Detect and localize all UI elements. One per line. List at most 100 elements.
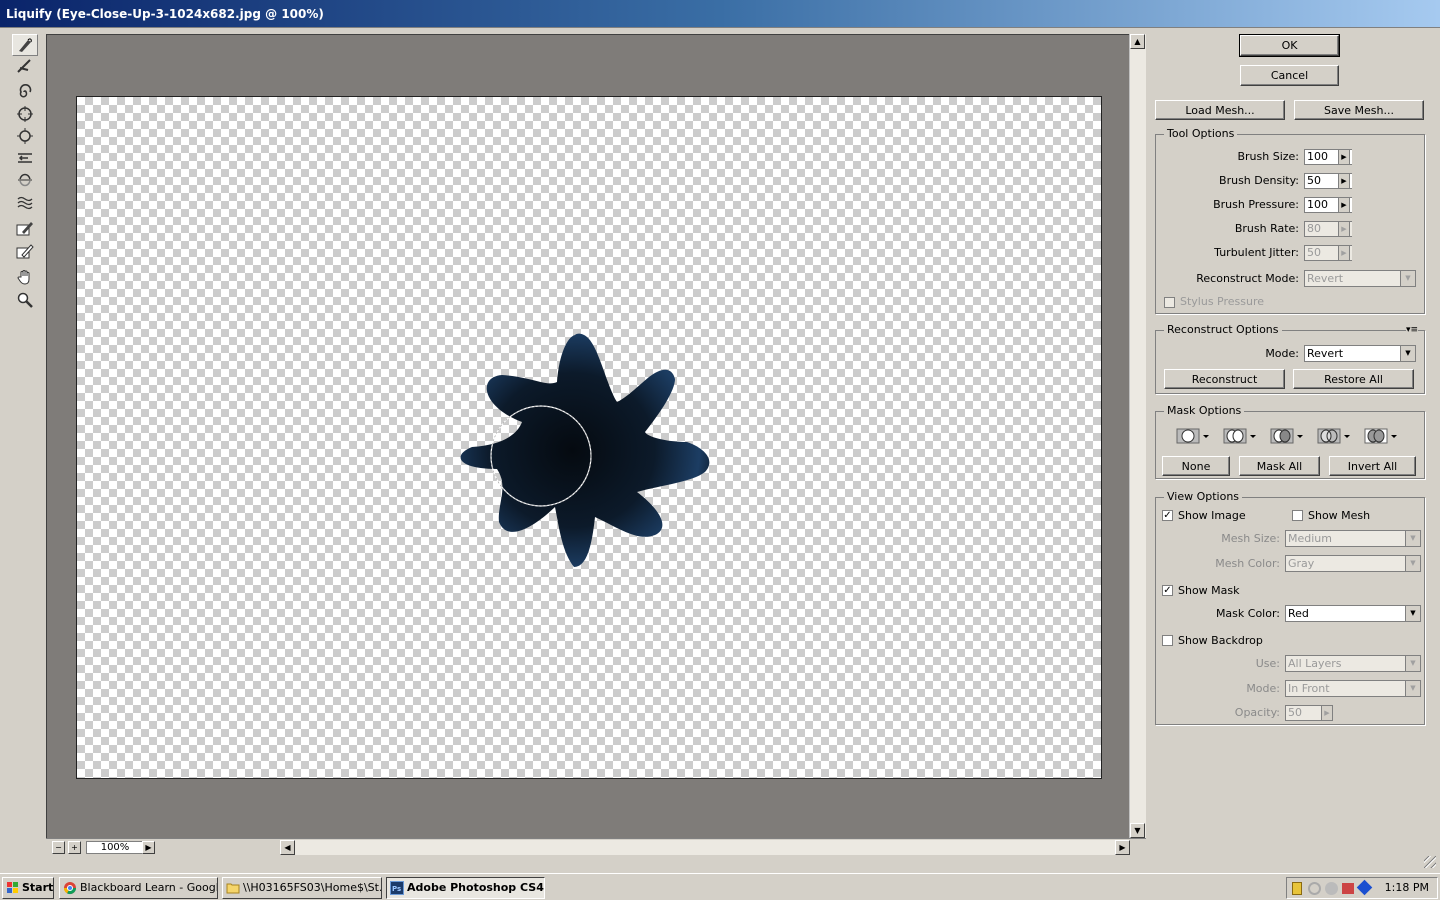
scroll-up-button[interactable]: ▲: [1130, 34, 1145, 49]
mask-replace-button[interactable]: [1174, 426, 1212, 446]
reconstruct-tool-icon: [17, 59, 31, 73]
taskbar-item-explorer[interactable]: \\H03165FS03\Home$\St...: [222, 877, 382, 899]
bluetooth-icon[interactable]: [1356, 879, 1373, 896]
brush-rate-slider-button[interactable]: ▶: [1338, 221, 1350, 237]
twirl-tool-icon: [19, 84, 32, 98]
brush-rate-label: Brush Rate:: [1234, 222, 1299, 235]
ok-button[interactable]: OK: [1239, 34, 1340, 57]
zoom-out-button[interactable]: −: [52, 841, 65, 854]
push-left-tool[interactable]: [12, 147, 38, 169]
restore-all-button[interactable]: Restore All: [1293, 369, 1414, 389]
start-button[interactable]: Start: [2, 877, 54, 899]
reconstruct-mode-select[interactable]: Revert ▼: [1304, 270, 1416, 287]
bloat-tool-icon: [17, 128, 33, 144]
mask-color-value: Red: [1288, 607, 1309, 620]
resize-grip-icon[interactable]: [1424, 856, 1436, 868]
mask-options-title: Mask Options: [1164, 404, 1245, 417]
load-mesh-button[interactable]: Load Mesh...: [1155, 100, 1285, 120]
thaw-mask-tool[interactable]: [12, 240, 38, 262]
show-backdrop-checkbox[interactable]: [1162, 635, 1173, 646]
taskbar-item-photoshop[interactable]: Ps Adobe Photoshop CS4...: [386, 877, 545, 899]
sync-icon[interactable]: [1308, 882, 1321, 895]
pucker-tool-icon: [17, 106, 33, 122]
mask-subtract-button[interactable]: [1268, 426, 1306, 446]
brush-size-label: Brush Size:: [1237, 150, 1299, 163]
liquified-pupil-shape: [460, 333, 710, 567]
mesh-color-label: Mesh Color:: [1215, 557, 1280, 570]
mask-color-select[interactable]: Red ▼: [1285, 605, 1421, 622]
preview-canvas-area[interactable]: [46, 34, 1129, 838]
mask-replace-icon: [1176, 428, 1209, 444]
zoom-tool[interactable]: [12, 289, 38, 311]
windows-logo-icon: [7, 882, 18, 893]
vertical-scrollbar[interactable]: ▲ ▼: [1129, 34, 1146, 838]
zoom-level[interactable]: 100%: [86, 841, 144, 854]
backdrop-mode-value: In Front: [1288, 682, 1330, 695]
backdrop-mode-select[interactable]: In Front ▼: [1285, 680, 1421, 697]
turbulence-tool[interactable]: [12, 191, 38, 213]
reconstruct-options-mode-value: Revert: [1307, 347, 1344, 360]
twirl-tool[interactable]: [12, 81, 38, 103]
horizontal-scrollbar[interactable]: ◀ ▶: [280, 840, 1130, 855]
reconstruct-options-mode-select[interactable]: Revert ▼: [1304, 345, 1416, 362]
turbulent-jitter-slider-button[interactable]: ▶: [1338, 245, 1350, 261]
taskbar-item-chrome[interactable]: Blackboard Learn - Googl...: [59, 877, 218, 899]
reconstruct-tool[interactable]: [12, 56, 38, 78]
panel-menu-icon[interactable]: ▾≡: [1405, 325, 1418, 335]
zoom-tool-icon: [17, 292, 33, 308]
chevron-down-icon: ▼: [1405, 656, 1420, 671]
show-mesh-label: Show Mesh: [1308, 509, 1371, 522]
preview-image[interactable]: [76, 96, 1102, 779]
mask-add-button[interactable]: [1221, 426, 1259, 446]
show-image-checkbox[interactable]: ✓: [1162, 510, 1173, 521]
bloat-tool[interactable]: [12, 125, 38, 147]
thaw-mask-tool-icon: [16, 244, 34, 259]
scroll-down-button[interactable]: ▼: [1130, 823, 1145, 838]
opacity-input[interactable]: 50: [1285, 705, 1321, 721]
mask-add-icon: [1223, 428, 1256, 444]
clock[interactable]: 1:18 PM: [1385, 881, 1429, 894]
window-title-bar: Liquify (Eye-Close-Up-3-1024x682.jpg @ 1…: [0, 0, 1440, 28]
freeze-mask-tool[interactable]: [12, 217, 38, 239]
brush-size-slider-button[interactable]: ▶: [1338, 149, 1350, 165]
brush-density-slider-button[interactable]: ▶: [1338, 173, 1350, 189]
mask-invert-button[interactable]: [1362, 426, 1400, 446]
show-mask-checkbox[interactable]: ✓: [1162, 585, 1173, 596]
zoom-menu-button[interactable]: ▶: [142, 841, 155, 854]
mask-intersect-button[interactable]: [1315, 426, 1353, 446]
folder-icon: [226, 883, 240, 894]
forward-warp-tool[interactable]: [12, 34, 38, 56]
mask-all-button[interactable]: Mask All: [1239, 456, 1320, 476]
mesh-size-select[interactable]: Medium ▼: [1285, 530, 1421, 547]
scroll-right-button[interactable]: ▶: [1115, 840, 1130, 855]
scroll-left-button[interactable]: ◀: [280, 840, 295, 855]
use-select[interactable]: All Layers ▼: [1285, 655, 1421, 672]
zoom-in-button[interactable]: +: [68, 841, 81, 854]
show-mesh-checkbox[interactable]: [1292, 510, 1303, 521]
brush-pressure-slider-button[interactable]: ▶: [1338, 197, 1350, 213]
chevron-down-icon: ▼: [1405, 556, 1420, 571]
save-mesh-button[interactable]: Save Mesh...: [1294, 100, 1424, 120]
taskbar-item-label: \\H03165FS03\Home$\St...: [243, 881, 382, 894]
pucker-tool[interactable]: [12, 103, 38, 125]
opacity-slider-button[interactable]: ▶: [1321, 705, 1333, 721]
mirror-tool[interactable]: [12, 169, 38, 191]
turbulent-jitter-label: Turbulent Jitter:: [1214, 246, 1299, 259]
stylus-pressure-checkbox[interactable]: [1164, 297, 1175, 308]
svg-text:Ps: Ps: [392, 885, 401, 893]
window-title: Liquify (Eye-Close-Up-3-1024x682.jpg @ 1…: [6, 7, 324, 21]
reconstruct-button[interactable]: Reconstruct: [1164, 369, 1285, 389]
shield-icon[interactable]: [1292, 882, 1302, 895]
mesh-color-select[interactable]: Gray ▼: [1285, 555, 1421, 572]
invert-all-button[interactable]: Invert All: [1329, 456, 1416, 476]
cancel-button[interactable]: Cancel: [1240, 65, 1339, 86]
hand-tool[interactable]: [12, 266, 38, 288]
tools-panel: [0, 28, 46, 870]
chevron-down-icon: ▼: [1405, 531, 1420, 546]
mask-none-button[interactable]: None: [1162, 456, 1230, 476]
liquify-options-panel: OK Cancel Load Mesh... Save Mesh... Tool…: [1147, 28, 1440, 870]
network-icon[interactable]: [1342, 883, 1354, 894]
system-tray: 1:18 PM: [1286, 877, 1438, 899]
volume-icon[interactable]: [1325, 882, 1338, 895]
opacity-label: Opacity:: [1234, 706, 1280, 719]
